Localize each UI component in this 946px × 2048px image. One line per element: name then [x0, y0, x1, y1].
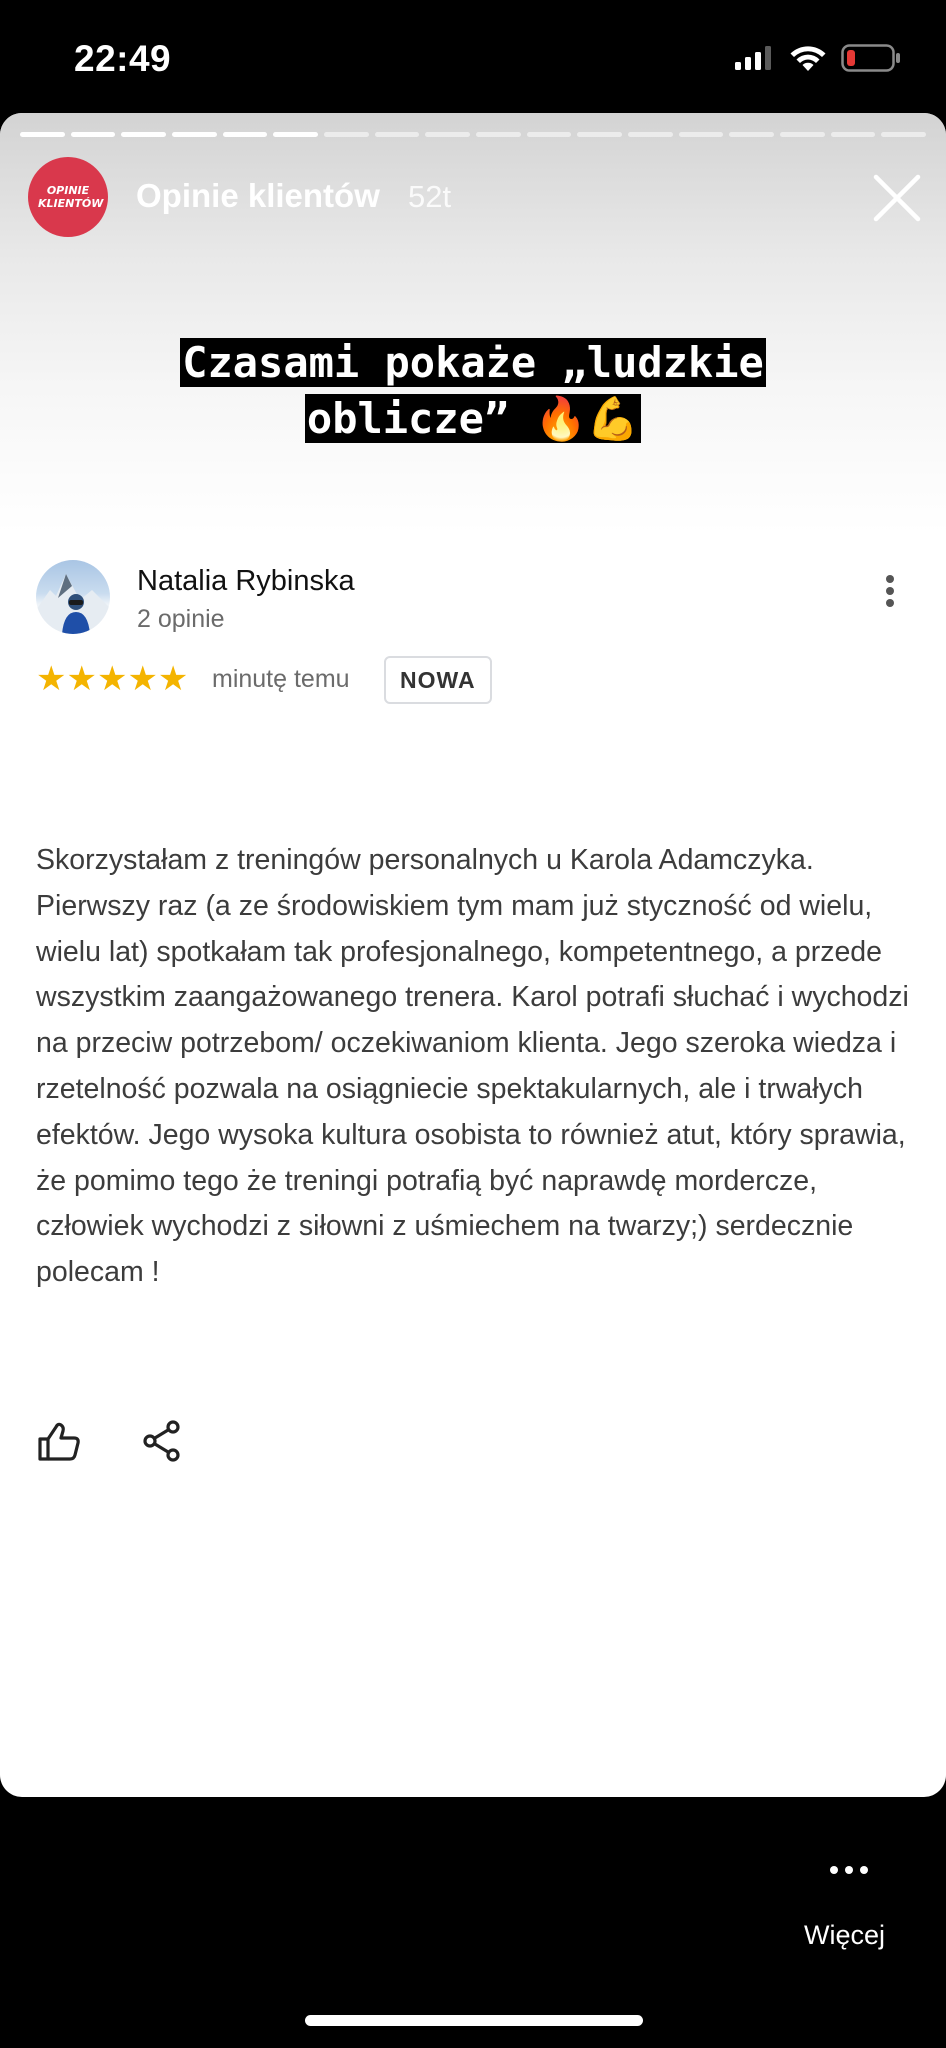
story-caption: Czasami pokaże „ludzkie oblicze” 🔥💪	[0, 335, 946, 447]
progress-segment	[374, 132, 420, 137]
progress-segment	[729, 132, 775, 137]
caption-line-2: oblicze” 🔥💪	[304, 394, 642, 443]
home-indicator[interactable]	[305, 2015, 643, 2026]
account-avatar[interactable]: OPINIE KLIENTÓW	[28, 157, 108, 237]
more-dots-icon[interactable]	[830, 1866, 868, 1874]
reviewer-review-count: 2 opinie	[137, 605, 225, 633]
progress-segment	[476, 132, 521, 137]
progress-segment	[526, 132, 572, 137]
progress-segment	[678, 132, 724, 137]
reviewer-photo	[36, 574, 110, 634]
story-card[interactable]: OPINIE KLIENTÓW Opinie klientów 52t Czas…	[0, 113, 946, 1797]
progress-segment	[222, 132, 268, 137]
progress-segment	[577, 132, 623, 137]
wifi-icon	[790, 46, 826, 71]
more-button[interactable]: Więcej	[804, 1920, 885, 1951]
story-age: 52t	[408, 179, 452, 214]
account-logo-text: OPINIE KLIENTÓW	[38, 184, 104, 210]
progress-segment	[70, 132, 116, 137]
progress-segment	[830, 132, 876, 137]
story-header-gradient	[0, 113, 946, 533]
reviewer-name[interactable]: Natalia Rybinska	[137, 565, 355, 598]
share-icon[interactable]	[142, 1419, 182, 1463]
signal-icon	[735, 46, 771, 70]
progress-segment	[425, 132, 471, 137]
caption-line-1: Czasami pokaże „ludzkie	[180, 338, 766, 387]
story-progress-bar	[20, 132, 927, 138]
progress-segment	[780, 132, 825, 137]
status-icons	[735, 44, 901, 72]
progress-segment	[273, 132, 319, 137]
account-name[interactable]: Opinie klientów	[136, 177, 380, 215]
close-icon[interactable]	[870, 171, 924, 225]
status-time: 22:49	[74, 38, 172, 79]
progress-segment	[324, 132, 369, 137]
progress-segment	[628, 132, 673, 137]
progress-segment	[172, 132, 217, 137]
thumbs-up-icon[interactable]	[36, 1419, 82, 1465]
more-options-icon[interactable]	[876, 569, 904, 613]
battery-low-icon	[841, 44, 900, 72]
reviewer-avatar[interactable]	[36, 560, 110, 634]
star-rating: ★★★★★	[36, 659, 189, 699]
review-text: Skorzystałam z treningów personalnych u …	[36, 844, 909, 1289]
progress-segment	[20, 132, 65, 137]
review-time: minutę temu	[212, 665, 350, 693]
status-bar: 22:49	[0, 0, 946, 115]
progress-segment	[881, 132, 927, 137]
new-badge: NOWA	[384, 656, 492, 704]
progress-segment	[121, 132, 167, 137]
